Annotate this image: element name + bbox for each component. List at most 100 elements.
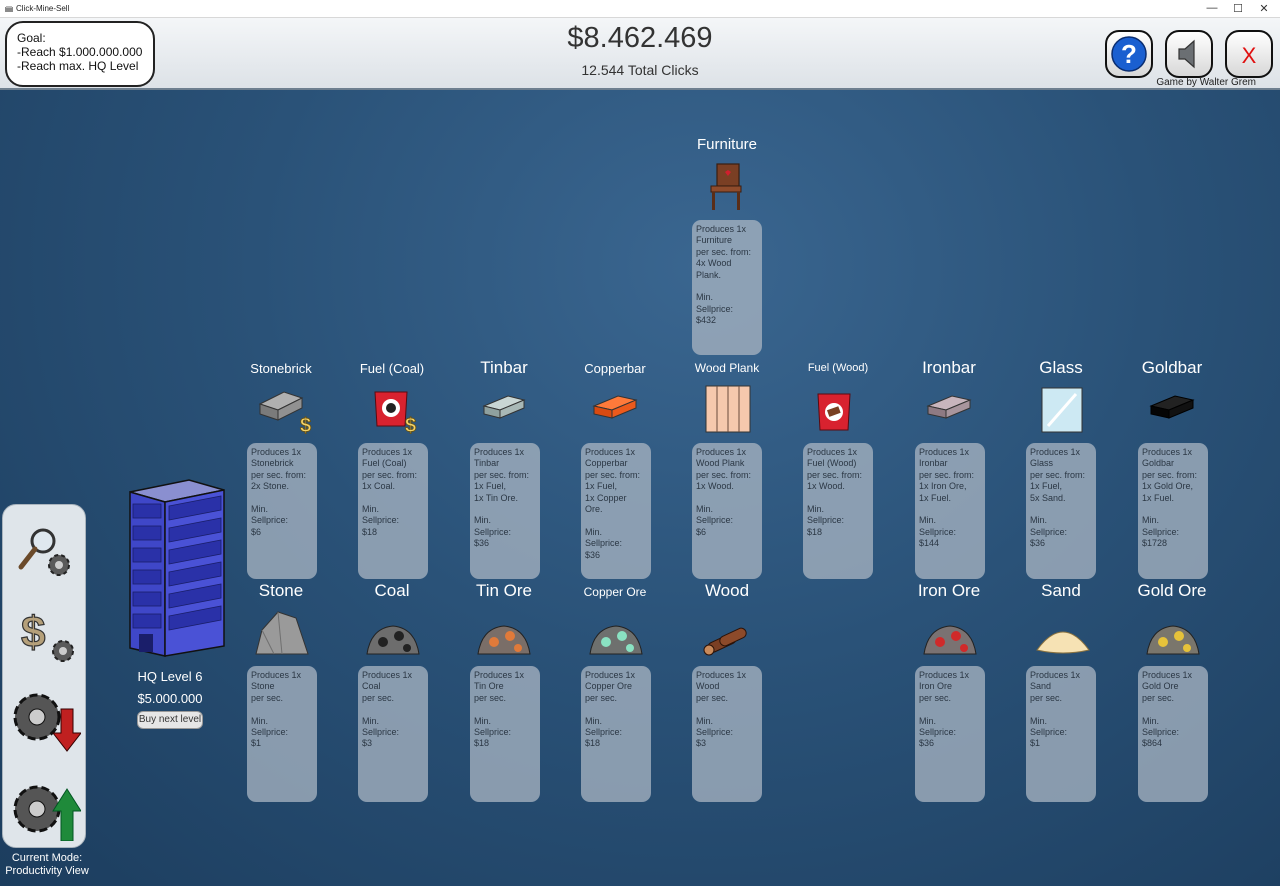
price-value: $1 (251, 738, 262, 749)
copper-ore-icon[interactable] (586, 614, 646, 664)
price-value: $1 (1030, 738, 1041, 749)
glass-icon[interactable] (1034, 386, 1094, 436)
item-card-copper-ore[interactable]: Produces 1x Copper Ore per sec. Min. Sel… (581, 666, 651, 802)
price-value: $6 (696, 526, 707, 537)
item-title-fuel-coal: Fuel (Coal) (359, 361, 425, 376)
copperbar-icon[interactable] (588, 384, 648, 434)
price-value: $144 (919, 538, 940, 549)
help-button[interactable]: ? (1105, 30, 1153, 78)
stone-icon[interactable] (252, 608, 312, 658)
goal-heading: Goal: (17, 31, 46, 45)
item-card-ironbar[interactable]: Produces 1x Ironbar per sec. from: 1x Ir… (915, 443, 985, 579)
goal-panel: Goal: -Reach $1.000.000.000 -Reach max. … (5, 21, 155, 87)
credit-text: Game by Walter Grem (1156, 77, 1256, 88)
current-mode-label: Current Mode: Productivity View (5, 852, 89, 877)
price-value: $3 (696, 738, 707, 749)
price-value: $18 (362, 526, 378, 537)
item-title-copperbar: Copperbar (584, 361, 646, 376)
item-card-wood[interactable]: Produces 1x Wood per sec. Min. Sellprice… (692, 666, 762, 802)
item-title-furniture: Furniture (696, 136, 758, 153)
item-title-stonebrick: Stonebrick (250, 361, 312, 376)
svg-text:$: $ (405, 415, 416, 434)
goal-item: -Reach $1.000.000.000 (17, 45, 143, 59)
wood-plank-icon[interactable] (700, 384, 760, 434)
sound-button[interactable] (1165, 30, 1213, 78)
ironbar-icon[interactable] (922, 384, 982, 434)
goal-item: -Reach max. HQ Level (17, 59, 139, 73)
tin-ore-icon[interactable] (474, 614, 534, 664)
inspect-gear-icon[interactable] (9, 517, 81, 589)
item-card-glass[interactable]: Produces 1x Glass per sec. from: 1x Fuel… (1026, 443, 1096, 579)
item-card-fuel-wood[interactable]: Produces 1x Fuel (Wood) per sec. from: 1… (803, 443, 873, 579)
productivity-down-icon[interactable] (9, 685, 81, 757)
iron-ore-icon[interactable] (920, 614, 980, 664)
item-card-gold-ore[interactable]: Produces 1x Gold Ore per sec. Min. Sellp… (1138, 666, 1208, 802)
item-card-iron-ore[interactable]: Produces 1x Iron Ore per sec. Min. Sellp… (915, 666, 985, 802)
window-close-button[interactable]: ✕ (1255, 2, 1273, 15)
price-value: $36 (585, 549, 601, 560)
buy-next-level-button[interactable]: Buy next level (137, 711, 203, 729)
item-title-iron-ore: Iron Ore (917, 581, 981, 600)
item-title-copper-ore: Copper Ore (583, 585, 647, 599)
item-card-copperbar[interactable]: Produces 1x Copperbar per sec. from: 1x … (581, 443, 651, 579)
coal-fuel-sack-icon[interactable]: $ (365, 384, 425, 437)
window-title: Click-Mine-Sell (16, 4, 70, 13)
wood-logs-icon[interactable] (697, 614, 757, 664)
stonebrick-icon[interactable]: $ (254, 384, 314, 437)
sell-gear-icon[interactable]: $ (9, 601, 81, 673)
item-card-stone[interactable]: Produces 1x Stone per sec. Min. Sellpric… (247, 666, 317, 802)
speaker-icon (1178, 39, 1195, 69)
minimize-button[interactable]: — (1203, 2, 1221, 14)
price-value: $18 (585, 738, 601, 749)
coal-ore-icon[interactable] (363, 614, 423, 664)
svg-text:$: $ (300, 415, 311, 434)
item-title-wood-plank: Wood Plank (694, 361, 760, 375)
item-card-wood-plank[interactable]: Produces 1x Wood Plank per sec. from: 1x… (692, 443, 762, 579)
hq-upgrade-price: $5.000.000 (137, 691, 203, 706)
svg-text:?: ? (1121, 39, 1137, 69)
price-value: $36 (919, 738, 935, 749)
exit-button[interactable]: X (1225, 30, 1273, 78)
price-value: $1728 (1142, 538, 1168, 549)
item-title-wood: Wood (704, 581, 750, 600)
hq-level-label: HQ Level 6 (137, 669, 203, 684)
total-clicks: 12.544 Total Clicks (581, 62, 699, 78)
item-card-tin-ore[interactable]: Produces 1x Tin Ore per sec. Min. Sellpr… (470, 666, 540, 802)
price-value: $432 (696, 315, 717, 326)
sand-pile-icon[interactable] (1033, 614, 1093, 664)
help-icon: ? (1111, 36, 1147, 72)
item-title-goldbar: Goldbar (1141, 358, 1203, 377)
price-value: $3 (362, 738, 373, 749)
item-card-sand[interactable]: Produces 1x Sand per sec. Min. Sellprice… (1026, 666, 1096, 802)
hq-building-icon[interactable] (127, 476, 227, 658)
price-value: $18 (474, 738, 490, 749)
window-titlebar: Click-Mine-Sell — ☐ ✕ (0, 0, 1280, 18)
app-icon (5, 6, 13, 12)
price-value: $864 (1142, 738, 1163, 749)
item-title-fuel-wood: Fuel (Wood) (807, 362, 869, 374)
item-title-ironbar: Ironbar (922, 358, 976, 377)
item-title-gold-ore: Gold Ore (1137, 581, 1207, 600)
chair-icon[interactable] (697, 162, 757, 212)
close-icon: X (1242, 43, 1257, 68)
item-card-fuel-coal[interactable]: Produces 1x Fuel (Coal) per sec. from: 1… (358, 443, 428, 579)
wood-fuel-sack-icon[interactable] (808, 388, 868, 438)
tinbar-icon[interactable] (476, 384, 536, 434)
item-card-coal[interactable]: Produces 1x Coal per sec. Min. Sellprice… (358, 666, 428, 802)
maximize-button[interactable]: ☐ (1229, 2, 1247, 15)
item-title-glass: Glass (1039, 358, 1083, 377)
goldbar-icon[interactable] (1145, 384, 1205, 434)
item-title-coal: Coal (374, 581, 410, 600)
price-value: $36 (474, 538, 490, 549)
svg-text:$: $ (21, 608, 45, 657)
item-card-furniture[interactable]: Produces 1x Furniture per sec. from: 4x … (692, 220, 762, 355)
gold-ore-icon[interactable] (1143, 614, 1203, 664)
money-display: $8.462.469 (567, 22, 713, 54)
item-card-tinbar[interactable]: Produces 1x Tinbar per sec. from: 1x Fue… (470, 443, 540, 579)
svg-text:X: X (1242, 43, 1257, 68)
item-card-goldbar[interactable]: Produces 1x Goldbar per sec. from: 1x Go… (1138, 443, 1208, 579)
productivity-up-icon[interactable] (9, 769, 81, 841)
item-card-stonebrick[interactable]: Produces 1x Stonebrick per sec. from: 2x… (247, 443, 317, 579)
price-value: $36 (1030, 538, 1046, 549)
hud-bar: Goal: -Reach $1.000.000.000 -Reach max. … (0, 18, 1280, 90)
